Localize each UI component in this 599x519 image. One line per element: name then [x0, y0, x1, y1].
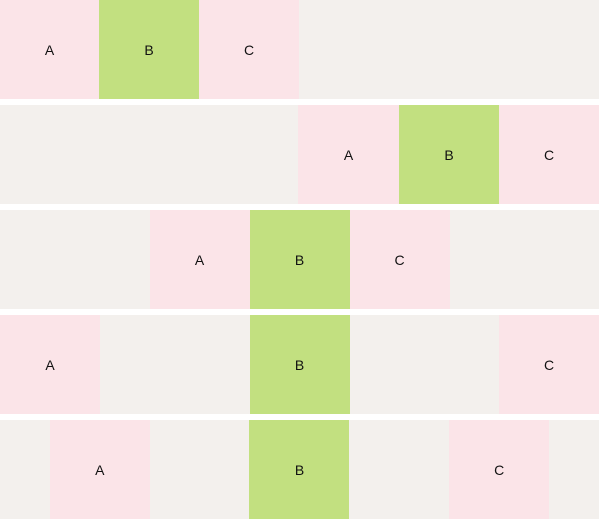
flex-item-b: B: [99, 0, 199, 99]
flex-item-a: A: [49, 420, 150, 519]
flex-row-3: A B C: [0, 210, 599, 309]
flex-item-b: B: [249, 420, 350, 519]
flex-row-2: A B C: [0, 105, 599, 204]
flex-item-a: A: [149, 210, 250, 309]
flex-item-b: B: [249, 315, 350, 414]
flex-item-c: C: [199, 0, 299, 99]
flex-row-1: A B C: [0, 0, 599, 99]
flex-item-c: C: [499, 315, 599, 414]
flex-item-c: C: [499, 105, 599, 204]
flex-demo-page: A B C A B C A B C A B C A B C: [0, 0, 599, 519]
flex-item-a: A: [0, 315, 100, 414]
flex-item-b: B: [249, 210, 350, 309]
flex-row-4: A B C: [0, 315, 599, 414]
flex-item-c: C: [449, 420, 550, 519]
flex-row-5: A B C: [0, 420, 599, 519]
flex-item-c: C: [349, 210, 450, 309]
flex-item-b: B: [399, 105, 499, 204]
flex-item-a: A: [298, 105, 399, 204]
flex-item-a: A: [0, 0, 99, 99]
